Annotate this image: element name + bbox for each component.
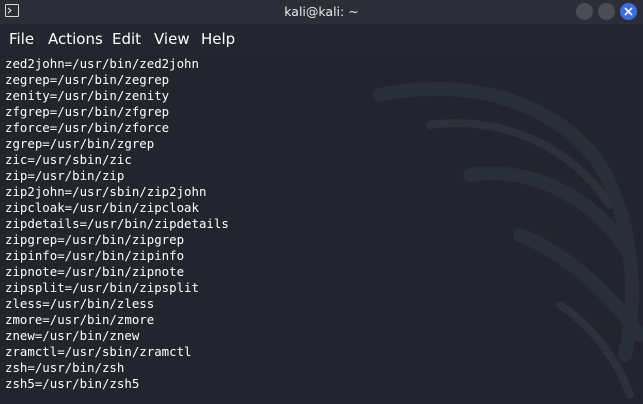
terminal-line: zipinfo=/usr/bin/zipinfo	[5, 248, 185, 263]
terminal-line: zless=/usr/bin/zless	[5, 296, 155, 311]
terminal-line: zenity=/usr/bin/zenity	[5, 88, 170, 103]
terminal-line: zsh=/usr/bin/zsh	[5, 360, 125, 375]
terminal-line: zip=/usr/bin/zip	[5, 168, 125, 183]
terminal-lines: zed2john=/usr/bin/zed2john zegrep=/usr/bi…	[5, 56, 229, 392]
menu-bar: File Actions Edit View Help	[0, 24, 643, 55]
close-icon	[624, 7, 633, 16]
menu-actions[interactable]: Actions	[48, 30, 103, 48]
terminal-line: zic=/usr/sbin/zic	[5, 152, 132, 167]
terminal-output[interactable]: zed2john=/usr/bin/zed2john zegrep=/usr/bi…	[0, 55, 643, 404]
maximize-button[interactable]	[598, 3, 615, 20]
terminal-line: zfgrep=/usr/bin/zfgrep	[5, 104, 170, 119]
minimize-button[interactable]	[576, 3, 593, 20]
terminal-line: zip2john=/usr/sbin/zip2john	[5, 184, 207, 199]
terminal-line: zipcloak=/usr/bin/zipcloak	[5, 200, 199, 215]
menu-file[interactable]: File	[9, 30, 34, 48]
window-title: kali@kali: ~	[284, 4, 359, 19]
terminal-line: zipnote=/usr/bin/zipnote	[5, 264, 185, 279]
terminal-line: zforce=/usr/bin/zforce	[5, 120, 170, 135]
menu-edit[interactable]: Edit	[112, 30, 141, 48]
terminal-line: zramctl=/usr/sbin/zramctl	[5, 344, 192, 359]
terminal-line: zipsplit=/usr/bin/zipsplit	[5, 280, 199, 295]
terminal-line: zipgrep=/usr/bin/zipgrep	[5, 232, 185, 247]
scrollbar[interactable]	[639, 55, 643, 404]
terminal-line: znew=/usr/bin/znew	[5, 328, 140, 343]
menu-help[interactable]: Help	[201, 30, 235, 48]
terminal-line: zipdetails=/usr/bin/zipdetails	[5, 216, 229, 231]
close-button[interactable]	[620, 3, 637, 20]
terminal-line: zgrep=/usr/bin/zgrep	[5, 136, 155, 151]
terminal-line: zsh5=/usr/bin/zsh5	[5, 376, 140, 391]
title-bar[interactable]: kali@kali: ~	[0, 0, 643, 24]
menu-view[interactable]: View	[154, 30, 190, 48]
terminal-line: zed2john=/usr/bin/zed2john	[5, 56, 199, 71]
terminal-line: zegrep=/usr/bin/zegrep	[5, 72, 170, 87]
terminal-line: zmore=/usr/bin/zmore	[5, 312, 155, 327]
terminal-window: kali@kali: ~ File Actions Edit View Help	[0, 0, 643, 404]
